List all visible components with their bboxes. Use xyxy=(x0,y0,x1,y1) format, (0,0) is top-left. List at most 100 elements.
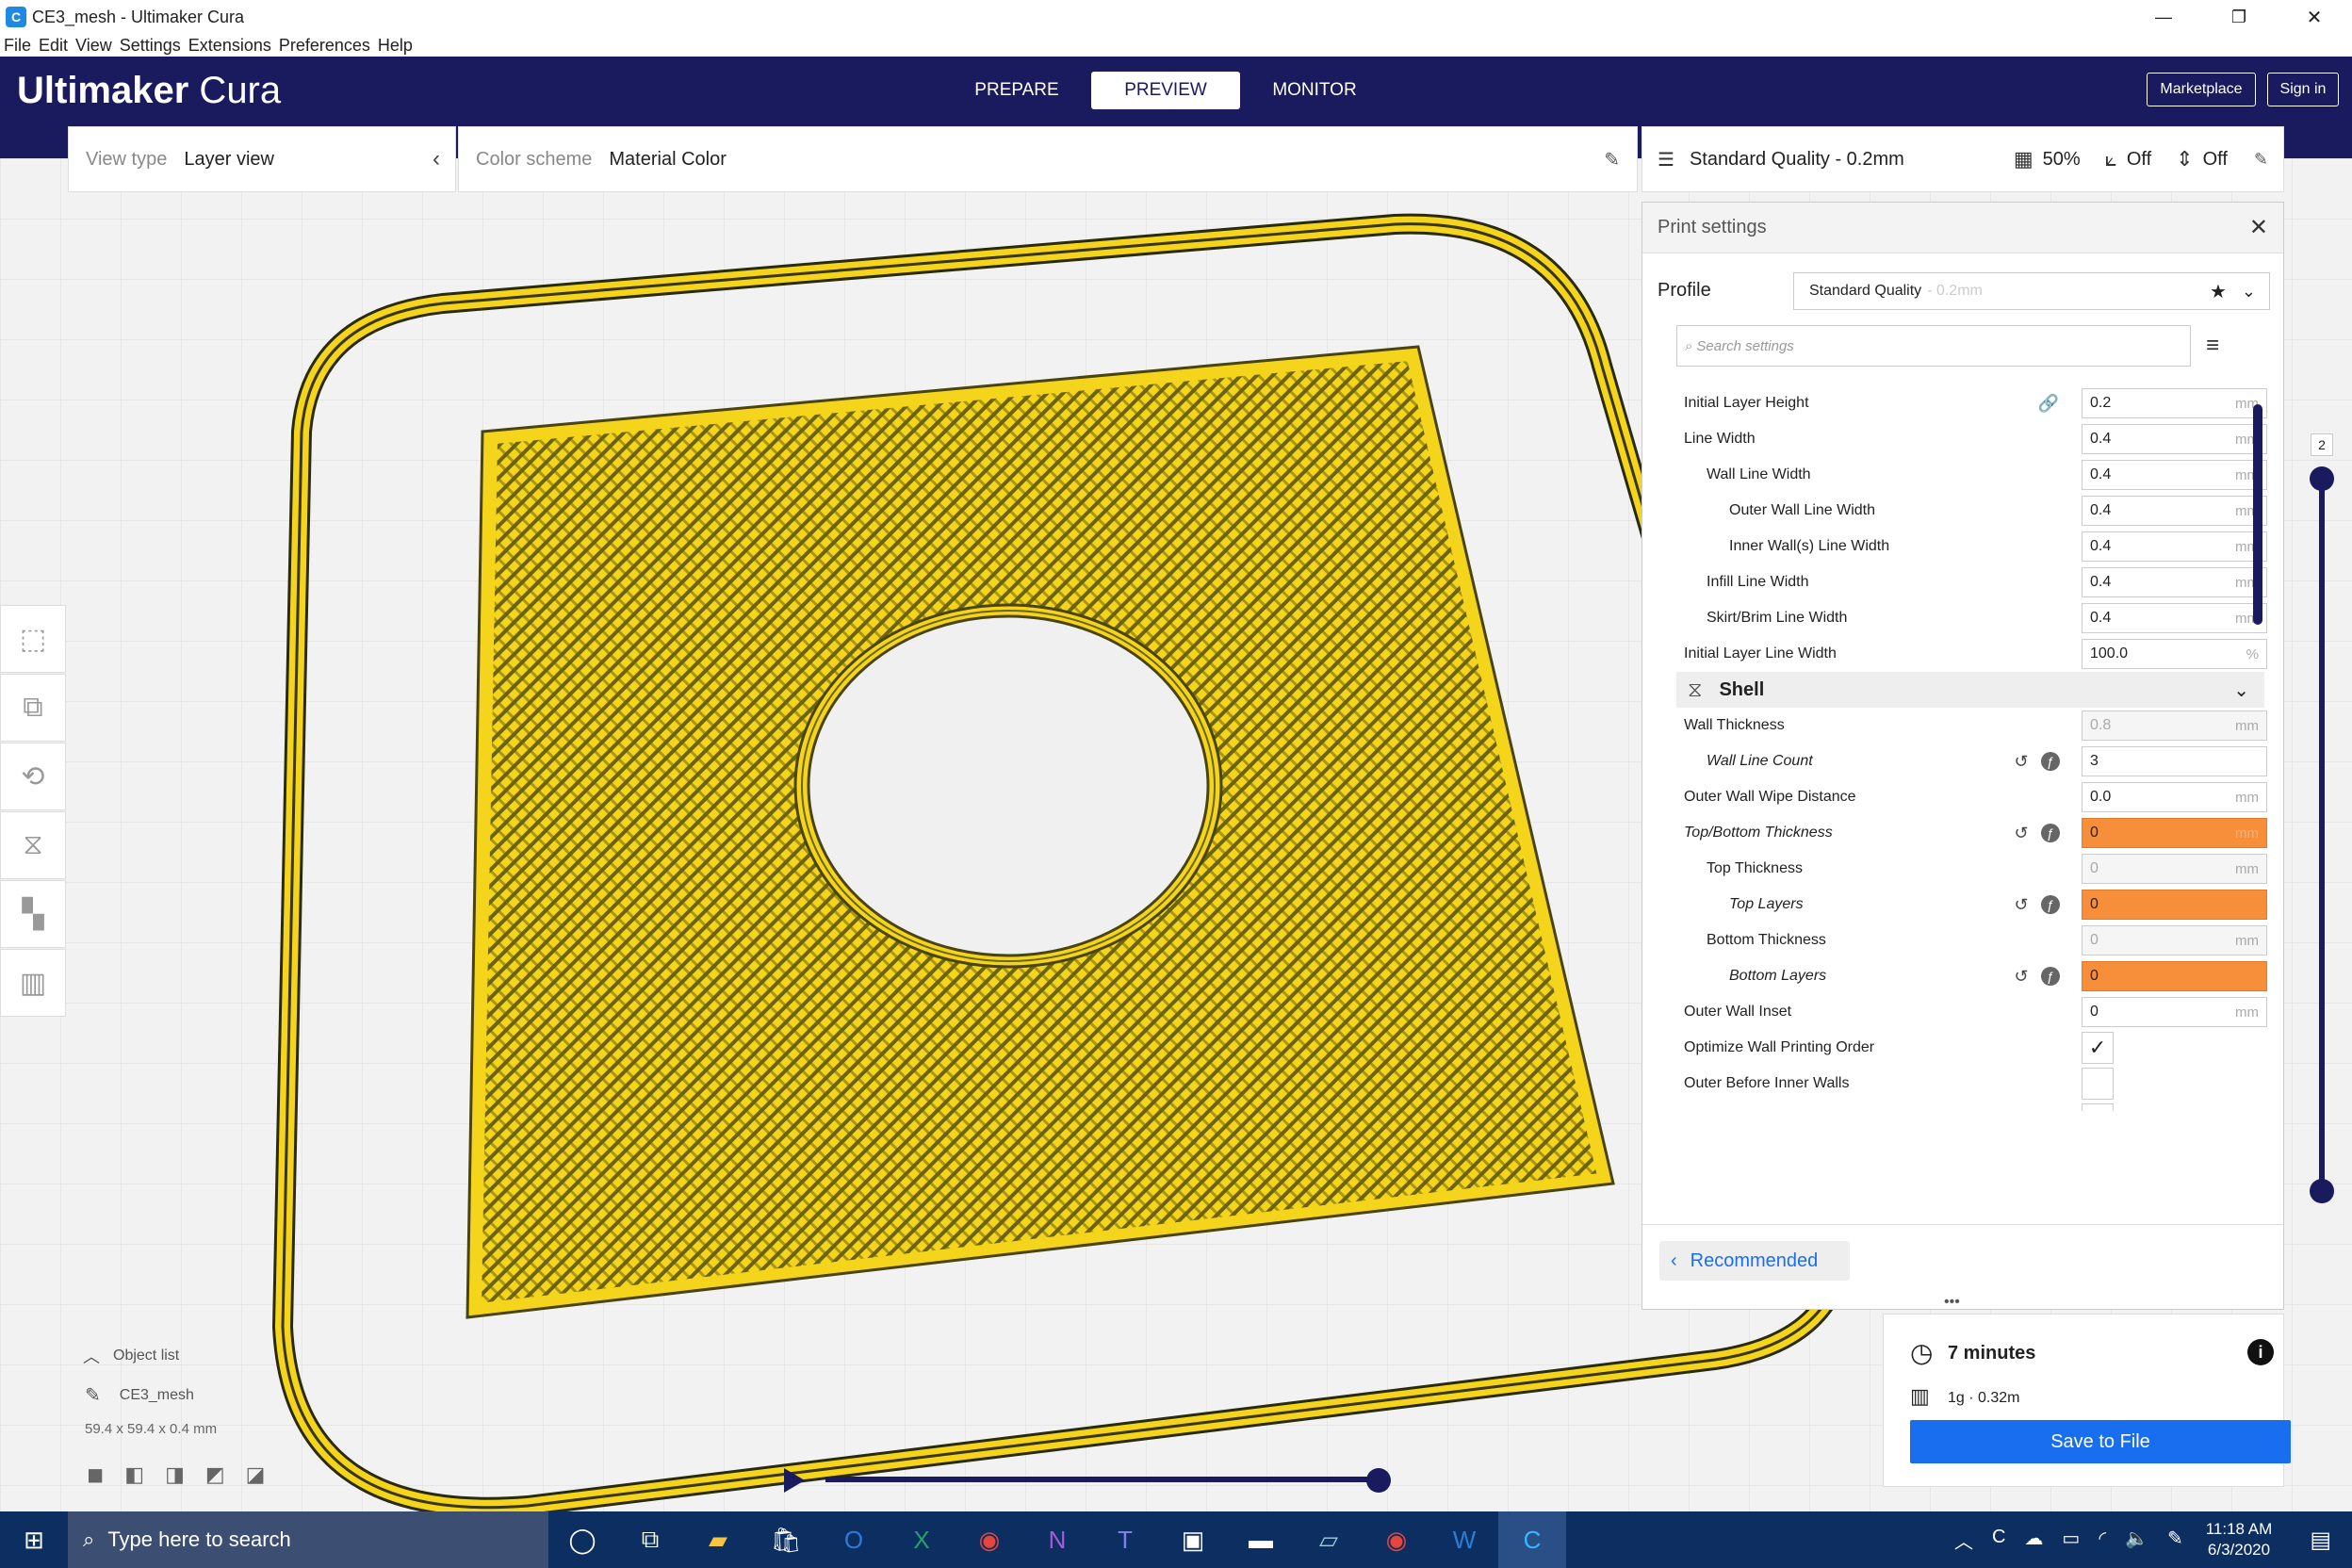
setting-value-input[interactable]: 0 mm xyxy=(2082,854,2267,884)
right-view-icon[interactable]: ◪ xyxy=(246,1462,266,1487)
menu-preferences[interactable]: Preferences xyxy=(279,36,370,56)
menu-edit[interactable]: Edit xyxy=(39,36,68,56)
scale-tool-button[interactable]: ⧉ xyxy=(0,674,66,742)
menu-settings[interactable]: Settings xyxy=(120,36,181,56)
edit-pencil-icon[interactable]: ✎ xyxy=(1604,148,1620,172)
setting-value-input[interactable]: 0 mm xyxy=(2082,997,2267,1027)
function-icon[interactable]: ƒ xyxy=(2041,752,2060,771)
notepad-icon[interactable]: ▱ xyxy=(1295,1511,1363,1568)
chrome-profile-icon[interactable]: ◉ xyxy=(1363,1511,1430,1568)
terminal-icon[interactable]: ▬ xyxy=(1227,1511,1295,1568)
menu-extensions[interactable]: Extensions xyxy=(188,36,271,56)
tray-onedrive-icon[interactable]: ☁ xyxy=(2024,1527,2043,1554)
quick-edit-pencil-icon[interactable]: ✎ xyxy=(2254,150,2268,170)
onenote-icon[interactable]: N xyxy=(1023,1511,1091,1568)
move-tool-button[interactable]: ⬚ xyxy=(0,605,66,673)
chevron-left-icon[interactable]: ‹ xyxy=(433,146,440,172)
object-list-toggle[interactable]: ︿ Object list xyxy=(83,1344,179,1368)
rotate-tool-button[interactable]: ⟲ xyxy=(0,743,66,810)
setting-value-input[interactable]: 0.4 mm xyxy=(2082,531,2267,562)
menu-view[interactable]: View xyxy=(75,36,112,56)
close-icon[interactable]: ✕ xyxy=(2249,214,2268,241)
messages-icon[interactable]: ▣ xyxy=(1159,1511,1227,1568)
excel-icon[interactable]: X xyxy=(888,1511,956,1568)
word-icon[interactable]: W xyxy=(1430,1511,1498,1568)
cortana-icon[interactable]: ◯ xyxy=(548,1511,616,1568)
front-view-icon[interactable]: ◧ xyxy=(124,1462,144,1487)
setting-checkbox[interactable] xyxy=(2082,1103,2114,1111)
function-icon[interactable]: ƒ xyxy=(2041,824,2060,842)
setting-value-input[interactable]: 3 xyxy=(2082,746,2267,776)
reset-icon[interactable]: ↺ xyxy=(2011,823,2032,843)
layer-slider-bottom-handle[interactable] xyxy=(2310,1179,2334,1203)
wifi-icon[interactable]: ◜ xyxy=(2099,1527,2106,1554)
teams-icon[interactable]: T xyxy=(1091,1511,1159,1568)
marketplace-button[interactable]: Marketplace xyxy=(2147,73,2256,106)
path-slider-track[interactable] xyxy=(825,1477,1378,1482)
reset-icon[interactable]: ↺ xyxy=(2011,894,2032,915)
setting-value-input[interactable]: 0.4 mm xyxy=(2082,460,2267,490)
settings-scrollbar[interactable] xyxy=(2253,404,2262,625)
setting-value-input[interactable]: 0 mm xyxy=(2082,925,2267,956)
color-scheme-value[interactable]: Material Color xyxy=(609,149,726,171)
layer-slider-top-handle[interactable] xyxy=(2310,466,2334,491)
tab-prepare[interactable]: PREPARE xyxy=(942,72,1091,109)
setting-value-input[interactable]: 0.4 mm xyxy=(2082,603,2267,633)
layer-slider-track[interactable] xyxy=(2319,479,2325,1191)
pen-icon[interactable]: ✎ xyxy=(2167,1527,2183,1554)
setting-value-input[interactable]: 0.8 mm xyxy=(2082,710,2267,741)
save-to-file-button[interactable]: Save to File xyxy=(1910,1420,2291,1463)
tab-preview[interactable]: PREVIEW xyxy=(1091,72,1240,109)
store-icon[interactable]: 🛍 xyxy=(752,1511,820,1568)
profile-dropdown[interactable]: Standard Quality - 0.2mm ★ ⌄ xyxy=(1793,272,2270,310)
left-view-icon[interactable]: ◩ xyxy=(205,1462,225,1487)
search-settings-input[interactable]: ⌕ Search settings xyxy=(1676,325,2191,367)
star-icon[interactable]: ★ xyxy=(2210,280,2227,303)
setting-value-input[interactable]: 0 xyxy=(2082,890,2267,920)
per-model-settings-button[interactable]: ▚ xyxy=(0,880,66,948)
link-icon[interactable]: 🔗 xyxy=(2038,393,2059,414)
taskbar-search-box[interactable]: ⌕ Type here to search xyxy=(68,1511,548,1568)
top-view-icon[interactable]: ◨ xyxy=(165,1462,185,1487)
recommended-button[interactable]: ‹ Recommended xyxy=(1659,1241,1850,1281)
path-slider-handle[interactable] xyxy=(1366,1468,1391,1493)
play-button[interactable] xyxy=(784,1468,805,1493)
support-blocker-button[interactable]: ▥ xyxy=(0,949,66,1017)
signin-button[interactable]: Sign in xyxy=(2267,73,2339,106)
chrome-icon[interactable]: ◉ xyxy=(956,1511,1023,1568)
task-view-icon[interactable]: ⧉ xyxy=(616,1511,684,1568)
setting-value-input[interactable]: 100.0% xyxy=(2082,639,2267,669)
setting-checkbox[interactable]: ✓ xyxy=(2082,1032,2114,1064)
minimize-button[interactable]: — xyxy=(2126,8,2201,27)
notifications-icon[interactable]: ▤ xyxy=(2310,1527,2331,1554)
setting-value-input[interactable]: 0.4 mm xyxy=(2082,567,2267,597)
outlook-icon[interactable]: O xyxy=(820,1511,888,1568)
mirror-tool-button[interactable]: ⧖ xyxy=(0,811,66,879)
setting-checkbox[interactable] xyxy=(2082,1068,2114,1100)
setting-value-input[interactable]: 0.4 mm xyxy=(2082,496,2267,526)
cura-taskbar-icon[interactable]: C xyxy=(1498,1511,1566,1568)
view-type-value[interactable]: Layer view xyxy=(184,149,274,171)
tray-cura-icon[interactable]: C xyxy=(1992,1527,2005,1554)
menu-help[interactable]: Help xyxy=(378,36,413,56)
3d-view-icon[interactable]: ◼ xyxy=(87,1462,104,1487)
menu-file[interactable]: File xyxy=(4,36,31,56)
reset-icon[interactable]: ↺ xyxy=(2011,966,2032,987)
battery-icon[interactable]: ▭ xyxy=(2062,1527,2080,1554)
maximize-button[interactable]: ❐ xyxy=(2201,8,2277,27)
taskbar-clock[interactable]: 11:18 AM 6/3/2020 xyxy=(2206,1519,2273,1560)
setting-value-input[interactable]: 0.2 mm xyxy=(2082,388,2267,418)
section-header-shell[interactable]: ⧖ Shell ⌄ xyxy=(1676,672,2264,708)
close-window-button[interactable]: ✕ xyxy=(2277,6,2352,29)
info-icon[interactable]: i xyxy=(2247,1339,2274,1365)
settings-menu-icon[interactable]: ≡ xyxy=(2206,333,2219,359)
tab-monitor[interactable]: MONITOR xyxy=(1240,72,1389,109)
windows-start-button[interactable]: ⊞ xyxy=(0,1511,68,1568)
tray-chevron-icon[interactable]: ︿ xyxy=(1954,1527,1973,1554)
function-icon[interactable]: ƒ xyxy=(2041,967,2060,986)
function-icon[interactable]: ƒ xyxy=(2041,895,2060,914)
setting-value-input[interactable]: 0.0 mm xyxy=(2082,782,2267,812)
print-setup-bar[interactable]: ☰ Standard Quality - 0.2mm ▦ 50% ⟀ Off ⇕… xyxy=(1642,126,2284,192)
setting-value-input[interactable]: 0.4 mm xyxy=(2082,424,2267,454)
reset-icon[interactable]: ↺ xyxy=(2011,751,2032,772)
